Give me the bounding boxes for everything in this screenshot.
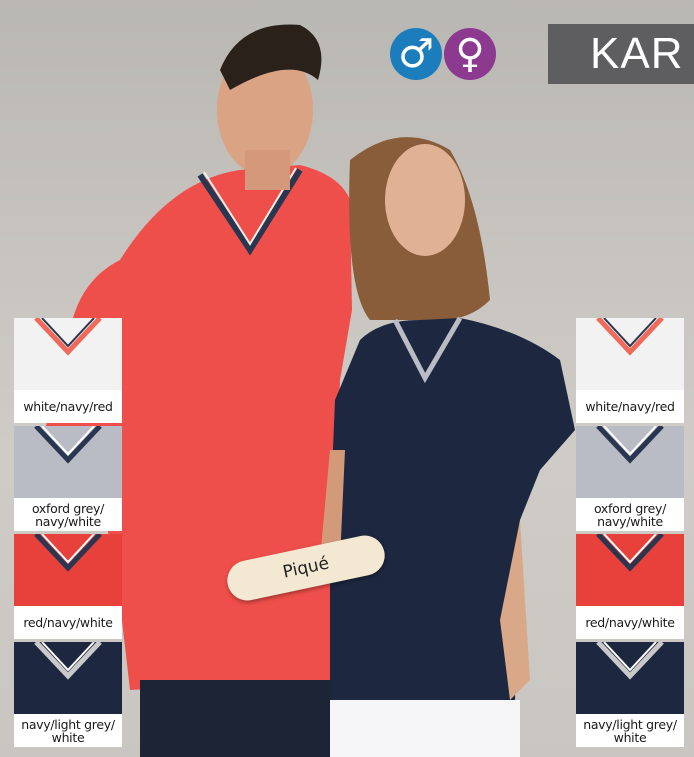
color-swatch-label: navy/light grey/ white [21, 716, 115, 745]
color-swatches-right: white/navy/red oxford grey/ navy/white red… [576, 318, 684, 750]
tshirt-collar-thumbnail [576, 426, 684, 498]
color-swatch-label: white/navy/red [23, 399, 113, 414]
tshirt-collar-thumbnail [14, 318, 122, 390]
color-swatch: white/navy/red [576, 318, 684, 423]
color-swatch-label: navy/light grey/ white [583, 716, 677, 745]
color-swatch: oxford grey/ navy/white [576, 426, 684, 531]
tshirt-collar-thumbnail [576, 318, 684, 390]
tshirt-collar-thumbnail [14, 642, 122, 714]
color-swatches-left: white/navy/red oxford grey/ navy/white red… [14, 318, 122, 750]
color-swatch-label: white/navy/red [585, 399, 675, 414]
male-symbol-icon: ♂ [390, 28, 442, 80]
tshirt-collar-thumbnail [14, 426, 122, 498]
color-swatch: navy/light grey/ white [576, 642, 684, 747]
color-swatch: red/navy/white [576, 534, 684, 639]
brand-logo: KAR [548, 24, 694, 84]
color-swatch: oxford grey/ navy/white [14, 426, 122, 531]
color-swatch: white/navy/red [14, 318, 122, 423]
woman-figure [320, 137, 575, 757]
tshirt-collar-thumbnail [576, 534, 684, 606]
color-swatch-label: oxford grey/ navy/white [593, 500, 667, 529]
color-swatch: navy/light grey/ white [14, 642, 122, 747]
tshirt-collar-thumbnail [14, 534, 122, 606]
female-symbol-icon: ♀ [444, 28, 496, 80]
tshirt-collar-thumbnail [576, 642, 684, 714]
color-swatch-label: oxford grey/ navy/white [31, 500, 105, 529]
color-swatch: red/navy/white [14, 534, 122, 639]
color-swatch-label: red/navy/white [23, 615, 113, 630]
color-swatch-label: red/navy/white [585, 615, 675, 630]
